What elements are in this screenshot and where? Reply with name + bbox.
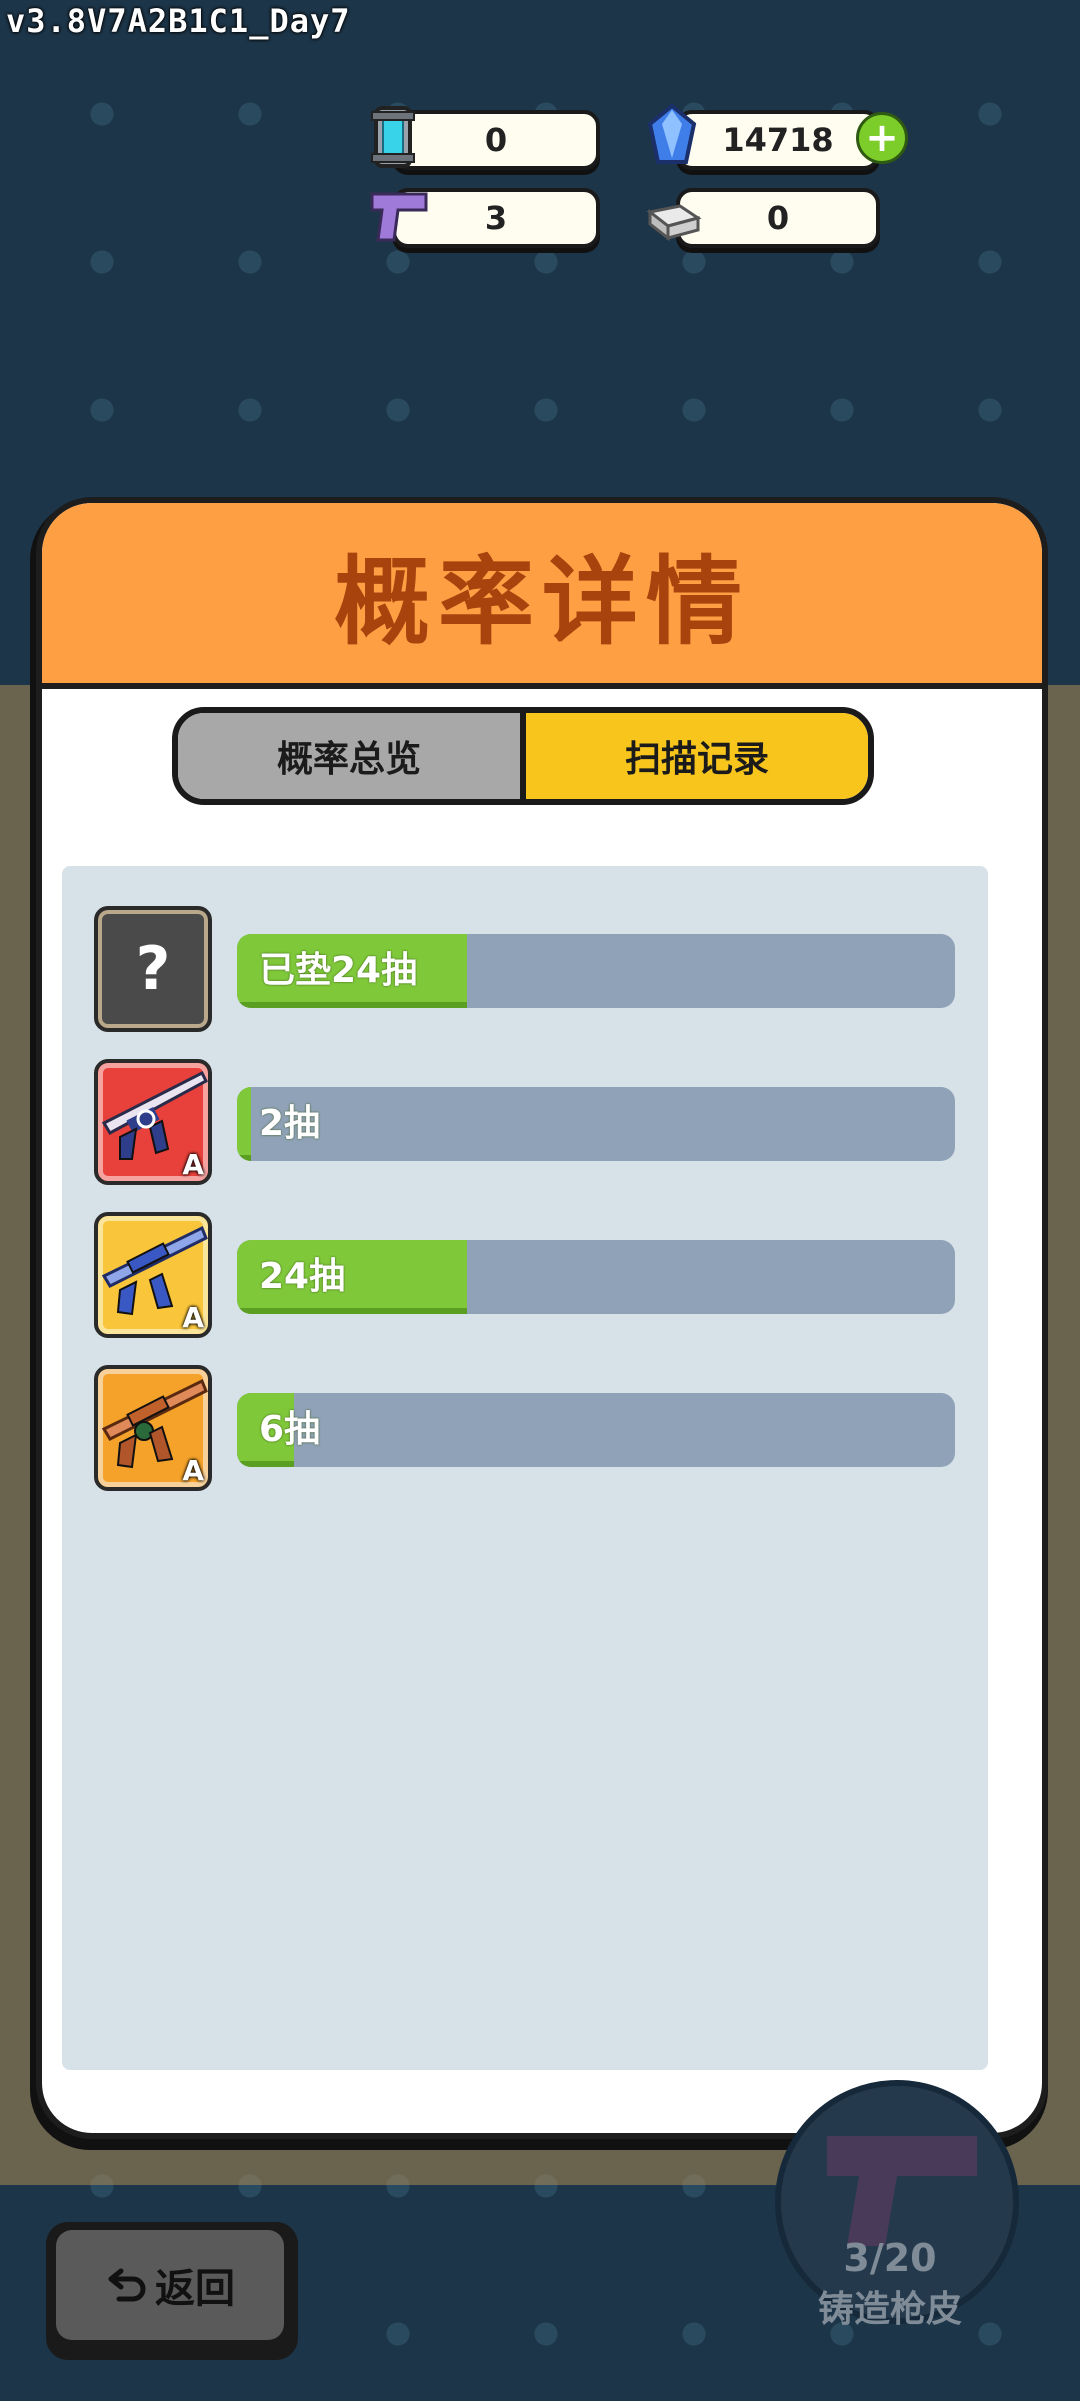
grade-badge: A	[182, 1454, 204, 1487]
question-mark-icon: ?	[94, 906, 212, 1032]
progress-bar: 已垫24抽	[237, 934, 955, 1008]
record-label: 已垫24抽	[259, 950, 418, 991]
silver-ingot-icon	[646, 204, 702, 242]
back-label: 返回	[155, 2266, 235, 2312]
version-label: v3.8V7A2B1C1_Day7	[6, 2, 351, 40]
modal-header: 概率详情	[42, 503, 1042, 689]
grade-badge: A	[182, 1148, 204, 1181]
silver-value: 0	[766, 199, 790, 237]
record-label: 6抽	[259, 1409, 321, 1450]
progress-bar: 24抽	[237, 1240, 955, 1314]
list-item: A 6抽	[62, 1365, 988, 1495]
blue-gem-icon	[647, 103, 697, 164]
capsule-counter: 0	[392, 110, 600, 170]
forge-count: 3/20	[843, 2236, 937, 2280]
sniper-rifle-orange-icon: A	[94, 1365, 212, 1491]
tab-probability-overview[interactable]: 概率总览	[178, 713, 526, 799]
purple-pistol-icon	[370, 192, 428, 242]
pistol-silhouette-icon	[827, 2136, 977, 2246]
record-label: 2抽	[259, 1103, 321, 1144]
back-button-face: 返回	[56, 2230, 284, 2340]
grade-badge: A	[182, 1301, 204, 1334]
energy-capsule-icon	[371, 106, 415, 168]
forge-label: 铸造枪皮	[817, 2289, 962, 2330]
records-panel: ? 已垫24抽 A 2抽 A 24抽 A 6抽	[62, 866, 988, 2070]
back-button[interactable]: 返回	[46, 2222, 298, 2360]
record-label: 24抽	[259, 1256, 346, 1297]
pistol-value: 3	[484, 199, 508, 237]
gem-counter: 14718	[676, 110, 880, 170]
return-arrow-icon	[108, 2268, 146, 2302]
sniper-rifle-red-icon: A	[94, 1059, 212, 1185]
probability-modal: 概率详情 概率总览 扫描记录 ? 已垫24抽 A 2抽 A 24抽 A 6抽	[36, 497, 1048, 2139]
tab-scan-records[interactable]: 扫描记录	[526, 713, 868, 799]
capsule-value: 0	[484, 121, 508, 159]
list-item: ? 已垫24抽	[62, 906, 988, 1036]
progress-bar: 6抽	[237, 1393, 955, 1467]
progress-fill	[237, 1087, 252, 1161]
list-item: A 24抽	[62, 1212, 988, 1342]
sniper-rifle-gold-icon: A	[94, 1212, 212, 1338]
tab-bar: 概率总览 扫描记录	[172, 707, 874, 805]
list-item: A 2抽	[62, 1059, 988, 1189]
modal-title: 概率详情	[334, 545, 750, 658]
gem-value: 14718	[722, 121, 834, 159]
add-gem-button[interactable]: +	[856, 112, 908, 164]
progress-bar: 2抽	[237, 1087, 955, 1161]
